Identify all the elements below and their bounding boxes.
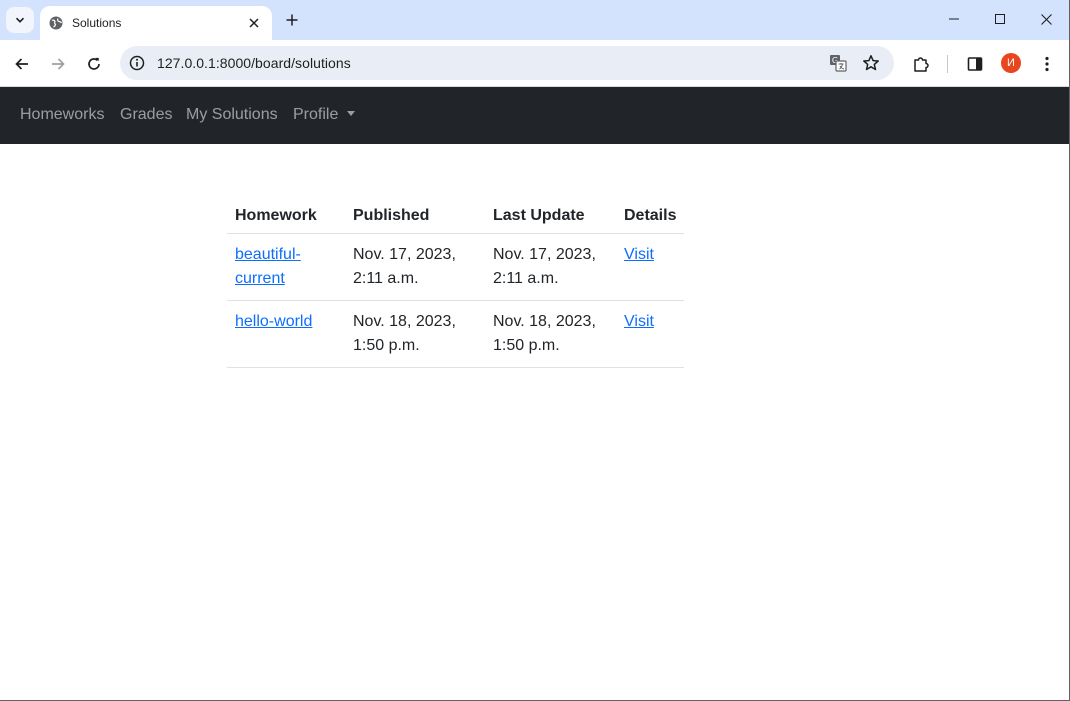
reload-button[interactable] — [80, 50, 108, 78]
last-update-cell: Nov. 17, 2023, 2:11 a.m. — [485, 233, 616, 301]
browser-toolbar: 127.0.0.1:8000/board/solutions G И — [0, 40, 1069, 87]
active-tab[interactable]: Solutions — [40, 6, 272, 40]
close-icon — [1040, 13, 1052, 25]
published-cell: Nov. 17, 2023, 2:11 a.m. — [345, 233, 485, 301]
globe-icon — [48, 15, 64, 31]
last-update-cell: Nov. 18, 2023, 1:50 p.m. — [485, 300, 616, 368]
browser-menu-button[interactable] — [1033, 50, 1061, 78]
published-cell: Nov. 18, 2023, 1:50 p.m. — [345, 300, 485, 368]
table-row: beautiful-current Nov. 17, 2023, 2:11 a.m… — [227, 233, 685, 301]
puzzle-icon — [914, 57, 929, 72]
visit-link[interactable]: Visit — [624, 246, 654, 263]
side-panel-button[interactable] — [961, 50, 989, 78]
details-cell: Visit — [616, 233, 685, 301]
solutions-content: Homework Published Last Update Details b… — [227, 194, 685, 368]
extensions-button[interactable] — [907, 50, 935, 78]
minimize-icon — [949, 18, 959, 20]
nav-profile-label: Profile — [293, 106, 339, 123]
homework-link[interactable]: beautiful-current — [235, 246, 301, 287]
details-cell: Visit — [616, 300, 685, 368]
maximize-icon — [995, 14, 1005, 24]
back-button[interactable] — [8, 50, 36, 78]
arrow-left-icon — [15, 58, 28, 70]
browser-window: Solutions 127.0.0.1:8000/board/solutions… — [0, 0, 1070, 701]
new-tab-button[interactable] — [282, 10, 302, 30]
column-header-details: Details — [616, 194, 685, 234]
more-vert-icon — [1045, 56, 1049, 72]
table-row: hello-world Nov. 18, 2023, 1:50 p.m. Nov.… — [227, 300, 685, 368]
nav-my-solutions[interactable]: My Solutions — [186, 106, 278, 124]
plus-icon — [286, 14, 298, 26]
info-icon[interactable] — [129, 55, 145, 71]
homework-link[interactable]: hello-world — [235, 313, 312, 330]
nav-homeworks[interactable]: Homeworks — [20, 106, 104, 124]
bookmark-star-icon[interactable] — [861, 53, 881, 73]
visit-link[interactable]: Visit — [624, 313, 654, 330]
chevron-down-icon — [15, 17, 25, 23]
column-header-last-update: Last Update — [485, 194, 616, 234]
column-header-homework: Homework — [227, 194, 345, 234]
caret-down-icon — [347, 111, 356, 116]
tab-search-button[interactable] — [6, 7, 34, 33]
site-navbar: Homeworks Grades My Solutions Profile — [0, 87, 1069, 144]
address-bar[interactable]: 127.0.0.1:8000/board/solutions G — [120, 46, 894, 80]
profile-avatar[interactable]: И — [1001, 53, 1021, 73]
minimize-button[interactable] — [931, 0, 977, 38]
forward-button[interactable] — [44, 50, 72, 78]
side-panel-icon — [967, 57, 983, 71]
homework-cell: hello-world — [227, 300, 345, 368]
translate-icon[interactable]: G — [828, 53, 848, 73]
toolbar-divider — [947, 55, 948, 73]
maximize-button[interactable] — [977, 0, 1023, 38]
solutions-table: Homework Published Last Update Details b… — [227, 194, 685, 368]
close-tab-icon[interactable] — [246, 15, 262, 31]
close-window-button[interactable] — [1023, 0, 1069, 38]
column-header-published: Published — [345, 194, 485, 234]
tab-title: Solutions — [72, 16, 122, 30]
arrow-right-icon — [52, 58, 65, 70]
homework-cell: beautiful-current — [227, 233, 345, 301]
nav-profile-dropdown[interactable]: Profile — [293, 106, 356, 124]
tab-strip: Solutions — [0, 0, 1069, 40]
url-text: 127.0.0.1:8000/board/solutions — [157, 55, 351, 71]
reload-icon — [88, 57, 100, 70]
table-header-row: Homework Published Last Update Details — [227, 194, 685, 234]
nav-grades[interactable]: Grades — [120, 106, 172, 124]
